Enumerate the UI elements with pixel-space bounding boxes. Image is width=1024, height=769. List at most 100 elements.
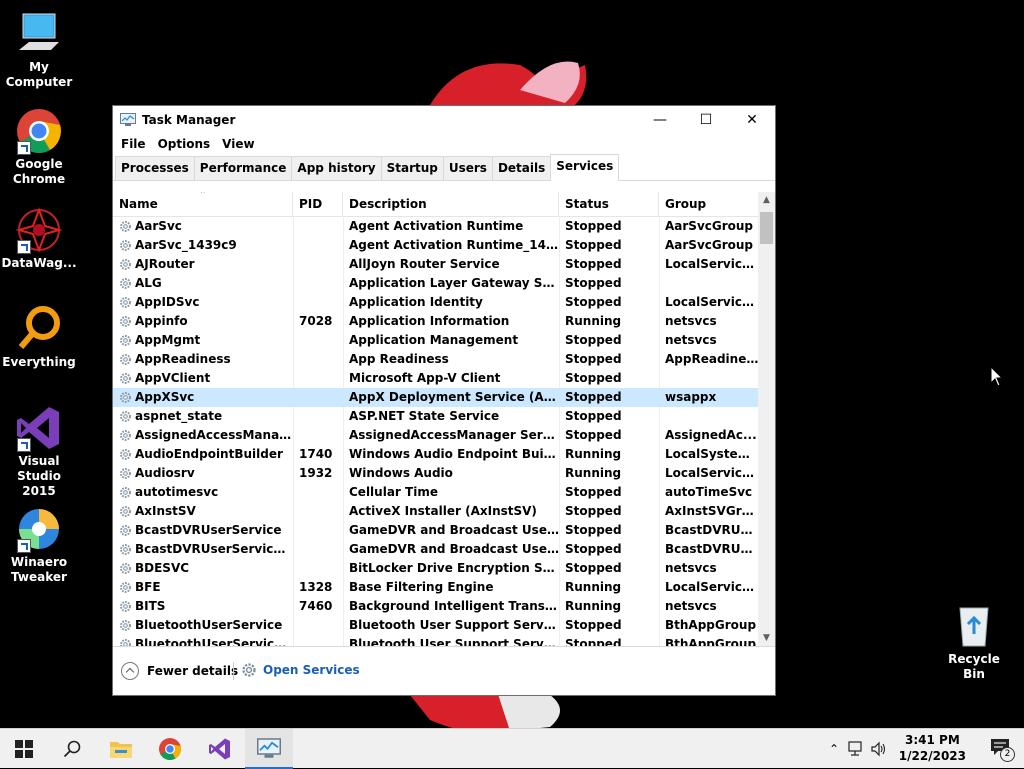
cell-group: AxInstSVGro...: [665, 504, 759, 518]
open-services-link[interactable]: Open Services: [241, 662, 360, 678]
table-row[interactable]: AppIDSvc Application Identity Stopped Local…: [113, 293, 775, 312]
table-row[interactable]: AppMgmt Application Management Stopped nets…: [113, 331, 775, 350]
cell-status: Stopped: [565, 238, 622, 252]
cell-pid: [293, 331, 343, 350]
minimize-icon: —: [653, 112, 667, 128]
maximize-button[interactable]: ☐: [683, 106, 729, 134]
scroll-down-icon[interactable]: ▼: [758, 630, 775, 647]
menu-file[interactable]: File: [115, 134, 152, 156]
search-button[interactable]: [48, 729, 96, 769]
table-row[interactable]: BDESVC BitLocker Drive Encryption Service…: [113, 559, 775, 578]
desktop-icon-my-computer[interactable]: My Computer: [1, 10, 77, 90]
column-header-pid[interactable]: PID: [293, 192, 343, 216]
tab-app-history[interactable]: App history: [291, 156, 382, 180]
scrollbar-thumb[interactable]: [760, 212, 773, 244]
tab-details[interactable]: Details: [491, 156, 552, 180]
menu-options[interactable]: Options: [152, 134, 217, 156]
tab-users[interactable]: Users: [442, 156, 493, 180]
cell-pid: [293, 426, 343, 445]
menu-bar: File Options View: [113, 134, 775, 156]
table-row[interactable]: BITS 7460 Background Intelligent Transfer …: [113, 597, 775, 616]
table-row[interactable]: Appinfo 7028 Application Information Runnin…: [113, 312, 775, 331]
tab-services[interactable]: Services: [550, 154, 620, 181]
cell-pid: [293, 217, 343, 236]
network-icon[interactable]: [848, 741, 866, 757]
table-row[interactable]: aspnet_state ASP.NET State Service Stopped: [113, 407, 775, 426]
chevron-up-icon[interactable]: ⌃: [826, 742, 842, 756]
cell-status: Stopped: [565, 333, 622, 347]
column-header-group[interactable]: Group: [659, 192, 759, 216]
desktop-icon-chrome[interactable]: Google Chrome: [1, 107, 77, 187]
cell-status: Running: [565, 580, 622, 594]
scroll-up-icon[interactable]: ▲: [758, 192, 775, 209]
footer-divider: [233, 662, 234, 680]
table-row[interactable]: AppXSvc AppX Deployment Service (AppX... S…: [113, 388, 775, 407]
cell-description: AppX Deployment Service (AppX...: [349, 390, 559, 404]
table-row[interactable]: BcastDVRUserService_14... GameDVR and Bro…: [113, 540, 775, 559]
table-row[interactable]: BFE 1328 Base Filtering Engine Running Local…: [113, 578, 775, 597]
start-button[interactable]: [0, 729, 48, 769]
cell-description: App Readiness: [349, 352, 449, 366]
column-header-name[interactable]: Name ⌃: [113, 192, 293, 216]
cell-name: AxInstSV: [135, 504, 196, 518]
column-header-status[interactable]: Status: [559, 192, 659, 216]
table-row[interactable]: AxInstSV ActiveX Installer (AxInstSV) Stop…: [113, 502, 775, 521]
cell-pid: [293, 483, 343, 502]
minimize-button[interactable]: —: [637, 106, 683, 134]
cell-description: ActiveX Installer (AxInstSV): [349, 504, 537, 518]
table-row[interactable]: AssignedAccessManage... AssignedAccessMan…: [113, 426, 775, 445]
action-center-button[interactable]: 2: [990, 738, 1015, 762]
clock[interactable]: 3:41 PM 1/22/2023: [899, 732, 966, 764]
cell-description: Bluetooth User Support Service: [349, 618, 559, 632]
vertical-scrollbar[interactable]: ▲ ▼: [758, 192, 775, 647]
volume-icon[interactable]: [870, 741, 888, 757]
cell-group: BcastDVRUs...: [665, 542, 759, 556]
cell-status: Stopped: [565, 618, 622, 632]
tab-performance[interactable]: Performance: [193, 156, 293, 180]
desktop-icon-visual-studio[interactable]: Visual Studio 2015: [1, 404, 77, 499]
table-row[interactable]: BluetoothUserService Bluetooth User Suppo…: [113, 616, 775, 635]
taskbar-chrome[interactable]: [146, 729, 194, 769]
fewer-details-button[interactable]: Fewer details: [121, 662, 238, 680]
table-row[interactable]: autotimesvc Cellular Time Stopped autoTimeS…: [113, 483, 775, 502]
cell-description: Windows Audio Endpoint Builder: [349, 447, 559, 461]
table-row[interactable]: BcastDVRUserService GameDVR and Broadcast…: [113, 521, 775, 540]
cell-description: Windows Audio: [349, 466, 453, 480]
table-row[interactable]: AppVClient Microsoft App-V Client Stopped: [113, 369, 775, 388]
desktop-icon-winaero[interactable]: Winaero Tweaker: [1, 505, 77, 585]
menu-view[interactable]: View: [216, 134, 260, 156]
table-row[interactable]: AudioEndpointBuilder 1740 Windows Audio En…: [113, 445, 775, 464]
tab-processes[interactable]: Processes: [115, 156, 195, 180]
cell-pid: [293, 274, 343, 293]
visual-studio-icon: [15, 404, 63, 452]
title-bar[interactable]: Task Manager — ☐ ✕: [113, 106, 775, 134]
cell-name: Audiosrv: [135, 466, 195, 480]
close-button[interactable]: ✕: [729, 106, 775, 134]
taskbar-file-explorer[interactable]: [97, 729, 145, 769]
table-row[interactable]: Audiosrv 1932 Windows Audio Running LocalSer…: [113, 464, 775, 483]
cell-group: LocalService...: [665, 580, 759, 594]
table-row[interactable]: AppReadiness App Readiness Stopped AppReadi…: [113, 350, 775, 369]
cell-name: BDESVC: [135, 561, 190, 575]
cell-status: Stopped: [565, 219, 622, 233]
table-row[interactable]: AarSvc Agent Activation Runtime Stopped Aar…: [113, 217, 775, 236]
start-icon: [15, 740, 33, 758]
fewer-details-label: Fewer details: [147, 664, 239, 678]
cell-group: LocalService...: [665, 295, 759, 309]
cell-name: AppIDSvc: [135, 295, 200, 309]
chrome-icon: [159, 738, 181, 760]
taskbar-task-manager[interactable]: [245, 729, 293, 769]
desktop-icon-datawag[interactable]: DataWag...: [1, 206, 77, 271]
table-row[interactable]: ALG Application Layer Gateway Service Stop…: [113, 274, 775, 293]
taskbar-visual-studio[interactable]: [196, 729, 244, 769]
table-row[interactable]: AJRouter AllJoyn Router Service Stopped Loc…: [113, 255, 775, 274]
cell-description: Application Identity: [349, 295, 483, 309]
cell-status: Stopped: [565, 352, 622, 366]
cell-status: Stopped: [565, 409, 622, 423]
tab-startup[interactable]: Startup: [380, 156, 444, 180]
table-row[interactable]: AarSvc_1439c9 Agent Activation Runtime_14…: [113, 236, 775, 255]
desktop-icon-everything[interactable]: Everything: [1, 305, 77, 370]
column-header-description[interactable]: Description: [343, 192, 559, 216]
desktop-icon-recycle-bin[interactable]: Recycle Bin: [936, 602, 1012, 682]
cell-group: autoTimeSvc: [665, 485, 753, 499]
